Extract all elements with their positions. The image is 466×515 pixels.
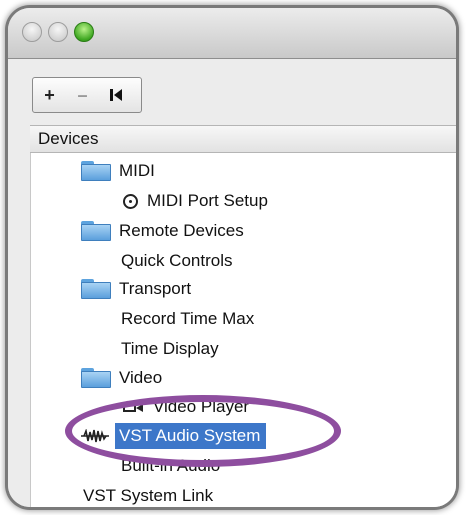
tree-item-video[interactable]: Video: [81, 364, 162, 392]
folder-icon: [81, 161, 111, 181]
tree-item-label: Transport: [119, 279, 192, 298]
devices-window: + – Devices MIDI MIDI Port Setup Remote …: [8, 8, 456, 507]
tree-item-vst-audio-system[interactable]: VST Audio System: [81, 422, 267, 450]
folder-icon: [81, 279, 111, 299]
tree-item-label: Video: [119, 368, 163, 387]
tree-item-time-display[interactable]: Time Display: [121, 335, 219, 363]
devices-column-header: Devices: [30, 125, 456, 153]
tree-item-label: Record Time Max: [121, 309, 255, 328]
tree-item-label: MIDI Port Setup: [147, 191, 268, 210]
tree-item-label: Quick Controls: [121, 251, 233, 270]
skip-back-icon: [109, 89, 122, 101]
tree-item-label: MIDI: [119, 161, 155, 180]
device-toolbar: + –: [32, 77, 142, 113]
add-button[interactable]: +: [33, 78, 66, 112]
tree-item-label: VST Audio System: [115, 423, 267, 449]
reset-button[interactable]: [99, 78, 132, 112]
devices-tree: MIDI MIDI Port Setup Remote Devices Quic…: [30, 153, 456, 507]
title-bar: [8, 8, 456, 59]
tree-item-record-time-max[interactable]: Record Time Max: [121, 305, 254, 333]
video-camera-icon: [123, 401, 145, 413]
tree-item-midi[interactable]: MIDI: [81, 157, 155, 185]
window-content: + – Devices MIDI MIDI Port Setup Remote …: [8, 59, 456, 507]
tree-item-label: Video Player: [153, 397, 250, 416]
tree-item-vst-system-link[interactable]: VST System Link: [83, 482, 213, 507]
remove-button[interactable]: –: [66, 78, 99, 112]
tree-item-label: Remote Devices: [119, 221, 244, 240]
tree-item-transport[interactable]: Transport: [81, 275, 191, 303]
folder-icon: [81, 221, 111, 241]
midi-port-icon: [123, 193, 138, 209]
tree-item-video-player[interactable]: Video Player: [123, 393, 249, 421]
tree-item-remote-devices[interactable]: Remote Devices: [81, 217, 244, 245]
zoom-window-button[interactable]: [74, 22, 94, 42]
tree-item-built-in-audio[interactable]: Built-in Audio: [121, 452, 220, 480]
tree-item-label: Built-in Audio: [121, 456, 221, 475]
minimize-window-button[interactable]: [48, 22, 68, 42]
tree-item-midi-port-setup[interactable]: MIDI Port Setup: [123, 187, 268, 215]
tree-item-quick-controls[interactable]: Quick Controls: [121, 247, 232, 275]
folder-icon: [81, 368, 111, 388]
audio-wave-icon: [81, 429, 109, 443]
close-window-button[interactable]: [22, 22, 42, 42]
tree-item-label: Time Display: [121, 339, 219, 358]
tree-item-label: VST System Link: [83, 486, 214, 505]
